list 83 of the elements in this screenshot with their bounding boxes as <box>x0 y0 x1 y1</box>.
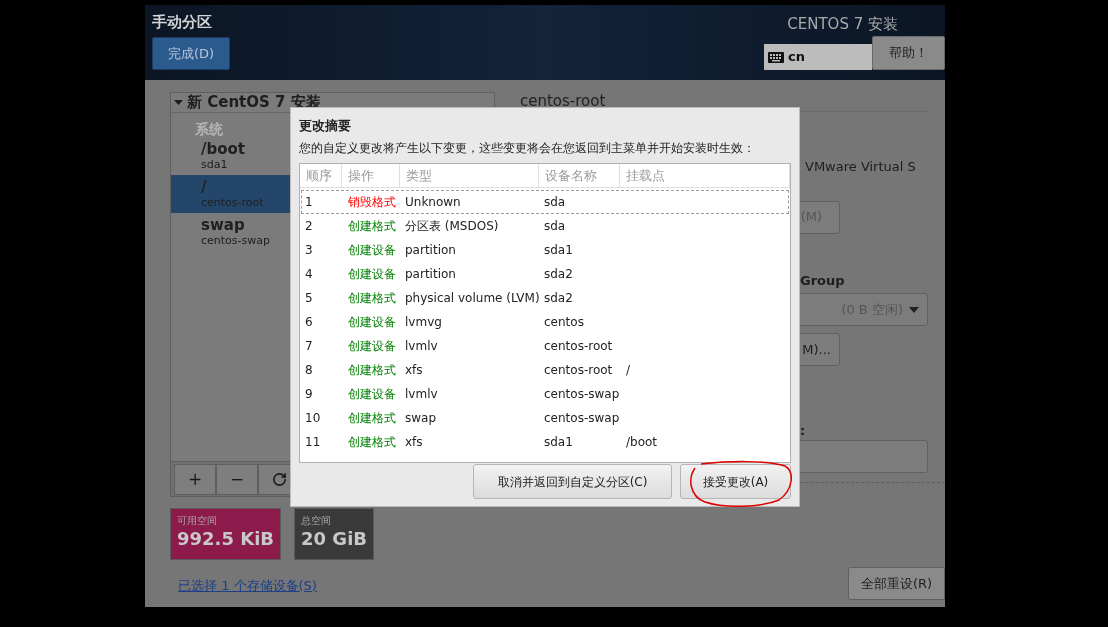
column-header[interactable]: 设备名称 <box>539 164 620 187</box>
order-cell-text: 5 <box>304 290 314 307</box>
change-row[interactable]: 2 创建格式 分区表 (MSDOS) sda <box>301 214 789 238</box>
device-cell-text: sda <box>543 194 567 211</box>
action-cell-text: 创建设备 <box>347 242 397 259</box>
type-cell-text: xfs <box>404 362 424 379</box>
keyboard-icon <box>768 51 784 63</box>
order-cell-text: 1 <box>304 194 314 211</box>
action-cell-text: 创建格式 <box>347 290 397 307</box>
order-cell-text: 6 <box>304 314 314 331</box>
device-cell-text: centos-root <box>543 362 614 379</box>
dialog-description: 您的自定义更改将产生以下变更，这些变更将会在您返回到主菜单并开始安装时生效： <box>299 140 756 156</box>
change-row[interactable]: 7 创建设备 lvmlv centos-root <box>301 334 789 358</box>
type-cell-text: xfs <box>404 434 424 451</box>
action-cell-text: 创建设备 <box>347 266 397 283</box>
device-cell-text: sda <box>543 218 567 235</box>
space-card: 总空间 20 GiB <box>294 508 375 560</box>
cancel-button[interactable]: 取消并返回到自定义分区(C) <box>473 464 672 499</box>
expander-icon <box>174 98 183 107</box>
device-cell-text: centos <box>543 314 585 331</box>
column-header[interactable]: 挂载点 <box>620 164 790 187</box>
action-cell-text: 创建格式 <box>347 218 397 235</box>
change-row[interactable]: 1 销毁格式 Unknown sda <box>301 190 789 214</box>
help-button[interactable]: 帮助！ <box>872 36 945 70</box>
refresh-icon <box>271 472 287 487</box>
device-cell-text: centos-root <box>543 338 614 355</box>
accept-button[interactable]: 接受更改(A) <box>680 464 791 499</box>
action-cell-text: 创建设备 <box>347 314 397 331</box>
dropdown-caret-icon <box>909 306 919 313</box>
column-header[interactable]: 顺序 <box>300 164 342 187</box>
action-cell-text: 创建格式 <box>347 410 397 427</box>
action-cell-text: 创建格式 <box>347 434 397 451</box>
type-cell-text: 分区表 (MSDOS) <box>404 218 500 235</box>
device-cell-text: centos-swap <box>543 386 621 403</box>
space-card: 可用空间 992.5 KiB <box>170 508 282 560</box>
keyboard-layout-field[interactable]: cn <box>764 44 872 70</box>
device-cell-text: sda2 <box>543 266 574 283</box>
dialog-title: 更改摘要 <box>299 117 352 134</box>
change-row[interactable]: 9 创建设备 lvmlv centos-swap <box>301 382 789 406</box>
change-row[interactable]: 4 创建设备 partition sda2 <box>301 262 789 286</box>
type-cell-text: lvmvg <box>404 314 443 331</box>
field-label: : <box>800 423 807 439</box>
type-cell-text: physical volume (LVM) <box>404 290 541 307</box>
change-row[interactable]: 10 创建格式 swap centos-swap <box>301 406 789 430</box>
type-cell-text: partition <box>404 266 457 283</box>
order-cell-text: 2 <box>304 218 314 235</box>
type-cell-text: Unknown <box>404 194 462 211</box>
type-cell-text: lvmlv <box>404 386 439 403</box>
done-button[interactable]: 完成(D) <box>152 37 230 70</box>
action-cell-text: 创建设备 <box>347 338 397 355</box>
device-cell-text: sda1 <box>543 434 574 451</box>
group-label: 系统 <box>195 121 223 137</box>
page-title: 手动分区 <box>152 13 213 31</box>
action-cell-text: 创建设备 <box>347 386 397 403</box>
volume-group-label: Group <box>800 271 846 290</box>
order-cell-text: 9 <box>304 386 314 403</box>
column-header[interactable]: 类型 <box>400 164 539 187</box>
change-row[interactable]: 8 创建格式 xfs centos-root / <box>301 358 789 382</box>
action-cell-text: 创建格式 <box>347 362 397 379</box>
column-header[interactable]: 操作 <box>342 164 400 187</box>
type-cell-text: swap <box>404 410 438 427</box>
order-cell-text: 4 <box>304 266 314 283</box>
mount-point-cell-text: / <box>625 362 632 379</box>
device-cell-text: sda1 <box>543 242 574 259</box>
device-cell-text: centos-swap <box>543 410 621 427</box>
change-row[interactable]: 11 创建格式 xfs sda1 /boot <box>301 430 789 454</box>
device-cell-text: sda2 <box>543 290 574 307</box>
order-cell-text: 11 <box>304 434 322 451</box>
product-title: CENTOS 7 安装 <box>787 14 898 34</box>
type-cell-text: lvmlv <box>404 338 439 355</box>
details-heading: centos-root <box>520 93 607 110</box>
reset-all-button[interactable]: 全部重设(R) <box>848 567 945 600</box>
change-row[interactable]: 3 创建设备 partition sda1 <box>301 238 789 262</box>
type-cell-text: partition <box>404 242 457 259</box>
device-label: VMware Virtual S <box>805 158 917 176</box>
add-button[interactable]: + <box>174 464 216 495</box>
remove-button[interactable]: − <box>216 464 258 495</box>
order-cell-text: 8 <box>304 362 314 379</box>
mount-point-cell-text: /boot <box>625 434 659 451</box>
action-cell-text: 销毁格式 <box>347 194 397 211</box>
order-cell-text: 7 <box>304 338 314 355</box>
order-cell-text: 3 <box>304 242 314 259</box>
order-cell-text: 10 <box>304 410 322 427</box>
